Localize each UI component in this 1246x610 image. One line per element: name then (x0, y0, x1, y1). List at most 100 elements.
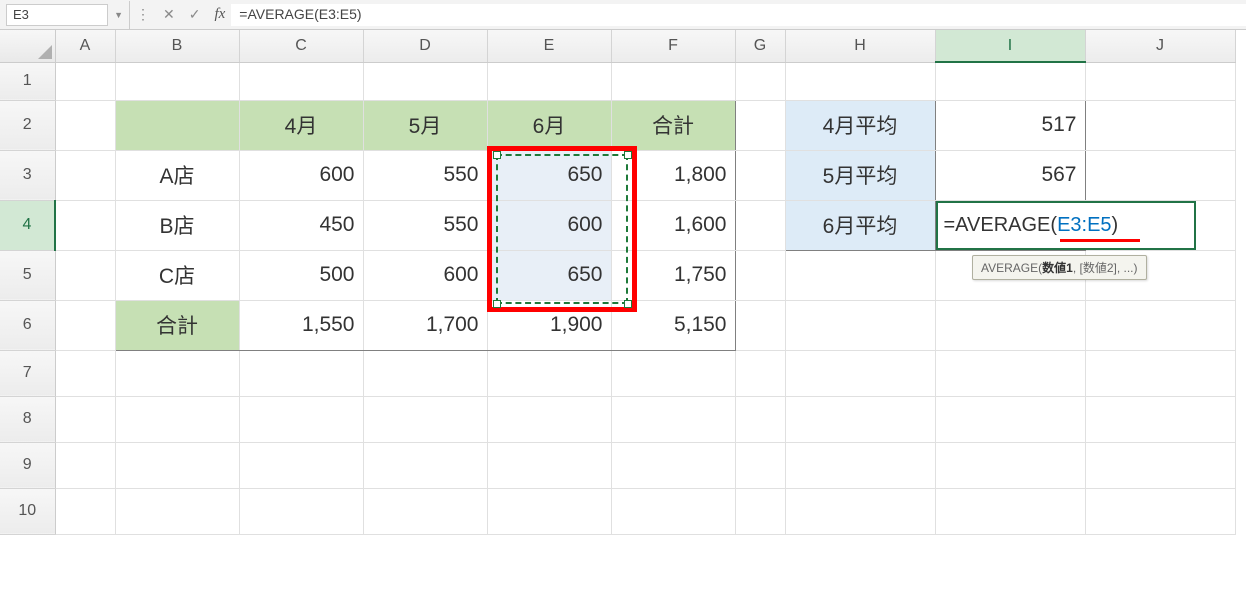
cell-G1[interactable] (735, 62, 785, 100)
spreadsheet-grid[interactable]: A B C D E F G H I J 1 2 4月 5月 6月 合計 4月平均… (0, 30, 1246, 535)
cell-C1[interactable] (239, 62, 363, 100)
cell-D5[interactable]: 600 (363, 250, 487, 300)
cell-A2[interactable] (55, 100, 115, 150)
cell-E4[interactable]: 600 (487, 200, 611, 250)
cell-B6[interactable]: 合計 (115, 300, 239, 350)
cell-G8[interactable] (735, 396, 785, 442)
selection-handle-br[interactable] (624, 300, 632, 308)
cell-I6[interactable] (935, 300, 1085, 350)
cell-B4[interactable]: B店 (115, 200, 239, 250)
cell-A3[interactable] (55, 150, 115, 200)
row-header-3[interactable]: 3 (0, 150, 55, 200)
row-header-8[interactable]: 8 (0, 396, 55, 442)
cell-G4[interactable] (735, 200, 785, 250)
cell-G6[interactable] (735, 300, 785, 350)
name-box-dropdown-icon[interactable]: ▼ (108, 10, 129, 20)
col-header-A[interactable]: A (55, 30, 115, 62)
cell-E10[interactable] (487, 488, 611, 534)
cell-C10[interactable] (239, 488, 363, 534)
row-header-10[interactable]: 10 (0, 488, 55, 534)
row-header-4[interactable]: 4 (0, 200, 55, 250)
cell-F10[interactable] (611, 488, 735, 534)
cell-H6[interactable] (785, 300, 935, 350)
row-header-7[interactable]: 7 (0, 350, 55, 396)
cell-E5[interactable]: 650 (487, 250, 611, 300)
cell-E2[interactable]: 6月 (487, 100, 611, 150)
cell-A4[interactable] (55, 200, 115, 250)
selection-handle-tl[interactable] (493, 151, 501, 159)
cell-J3[interactable] (1085, 150, 1235, 200)
cell-B3[interactable]: A店 (115, 150, 239, 200)
cell-D8[interactable] (363, 396, 487, 442)
cell-C5[interactable]: 500 (239, 250, 363, 300)
cell-I4[interactable]: =AVERAGE(E3:E5) (935, 200, 1085, 250)
cell-J6[interactable] (1085, 300, 1235, 350)
cell-C4[interactable]: 450 (239, 200, 363, 250)
cell-I3[interactable]: 567 (935, 150, 1085, 200)
row-header-6[interactable]: 6 (0, 300, 55, 350)
enter-icon[interactable]: ✓ (189, 6, 201, 23)
name-box[interactable]: E3 (6, 4, 108, 26)
cell-F7[interactable] (611, 350, 735, 396)
cell-F5[interactable]: 1,750 (611, 250, 735, 300)
cell-J8[interactable] (1085, 396, 1235, 442)
cell-B10[interactable] (115, 488, 239, 534)
cell-I9[interactable] (935, 442, 1085, 488)
cell-B5[interactable]: C店 (115, 250, 239, 300)
cell-F9[interactable] (611, 442, 735, 488)
cell-D4[interactable]: 550 (363, 200, 487, 250)
cell-A8[interactable] (55, 396, 115, 442)
cell-H2[interactable]: 4月平均 (785, 100, 935, 150)
formula-input[interactable]: =AVERAGE(E3:E5) (231, 4, 1246, 26)
row-header-9[interactable]: 9 (0, 442, 55, 488)
cell-H5[interactable] (785, 250, 935, 300)
cancel-icon[interactable]: ✕ (163, 6, 175, 23)
cell-G3[interactable] (735, 150, 785, 200)
col-header-B[interactable]: B (115, 30, 239, 62)
cell-B2[interactable] (115, 100, 239, 150)
cell-A9[interactable] (55, 442, 115, 488)
cell-C8[interactable] (239, 396, 363, 442)
cell-A1[interactable] (55, 62, 115, 100)
cell-D10[interactable] (363, 488, 487, 534)
formula-edit-overlay[interactable]: =AVERAGE(E3:E5) (936, 201, 1196, 250)
cell-E1[interactable] (487, 62, 611, 100)
cell-C9[interactable] (239, 442, 363, 488)
cell-I10[interactable] (935, 488, 1085, 534)
cell-C2[interactable]: 4月 (239, 100, 363, 150)
cell-D3[interactable]: 550 (363, 150, 487, 200)
cell-J9[interactable] (1085, 442, 1235, 488)
cell-B7[interactable] (115, 350, 239, 396)
cell-H10[interactable] (785, 488, 935, 534)
cell-D7[interactable] (363, 350, 487, 396)
cell-G2[interactable] (735, 100, 785, 150)
cell-H7[interactable] (785, 350, 935, 396)
cell-F2[interactable]: 合計 (611, 100, 735, 150)
col-header-E[interactable]: E (487, 30, 611, 62)
row-header-5[interactable]: 5 (0, 250, 55, 300)
cell-G7[interactable] (735, 350, 785, 396)
cell-F4[interactable]: 1,600 (611, 200, 735, 250)
cell-A6[interactable] (55, 300, 115, 350)
select-all-corner[interactable] (0, 30, 55, 62)
col-header-C[interactable]: C (239, 30, 363, 62)
cell-I8[interactable] (935, 396, 1085, 442)
fx-icon[interactable]: fx (214, 6, 225, 23)
cell-H8[interactable] (785, 396, 935, 442)
cell-D1[interactable] (363, 62, 487, 100)
col-header-D[interactable]: D (363, 30, 487, 62)
selection-handle-bl[interactable] (493, 300, 501, 308)
col-header-H[interactable]: H (785, 30, 935, 62)
col-header-J[interactable]: J (1085, 30, 1235, 62)
cell-E3[interactable]: 650 (487, 150, 611, 200)
cell-G10[interactable] (735, 488, 785, 534)
cell-D2[interactable]: 5月 (363, 100, 487, 150)
row-header-1[interactable]: 1 (0, 62, 55, 100)
cell-H4[interactable]: 6月平均 (785, 200, 935, 250)
cell-J10[interactable] (1085, 488, 1235, 534)
cell-J7[interactable] (1085, 350, 1235, 396)
cell-B8[interactable] (115, 396, 239, 442)
cell-I1[interactable] (935, 62, 1085, 100)
cell-C7[interactable] (239, 350, 363, 396)
cell-F8[interactable] (611, 396, 735, 442)
